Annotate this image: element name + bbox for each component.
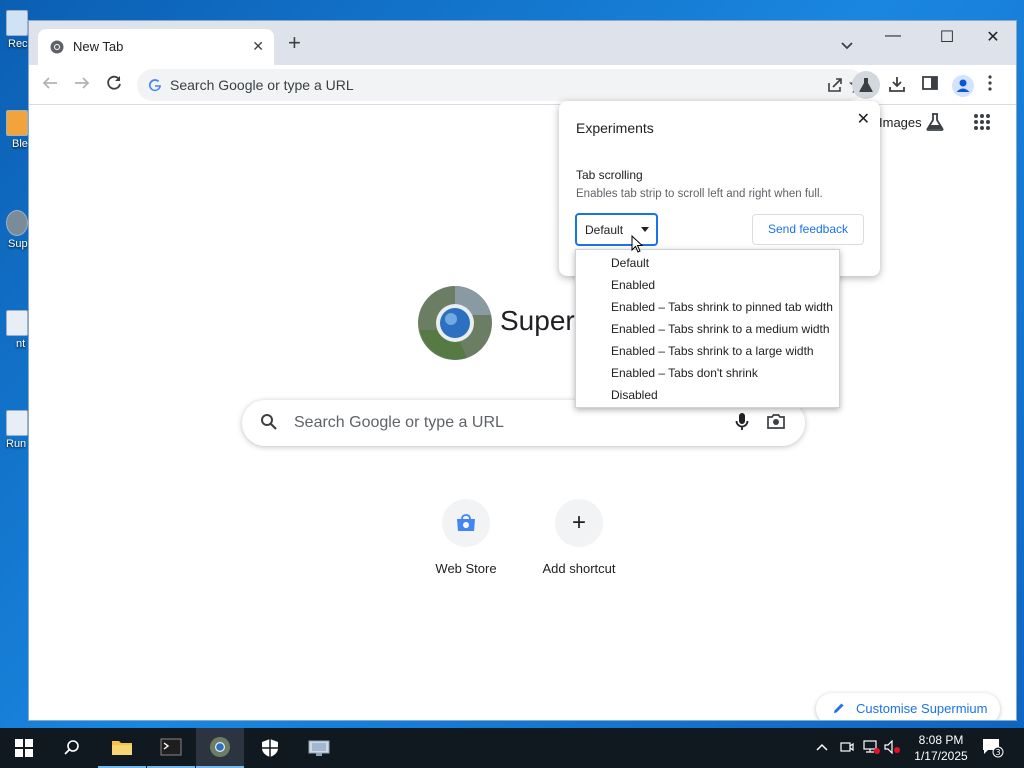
tray-overflow-chevron-icon[interactable] xyxy=(816,740,828,758)
meet-now-icon[interactable] xyxy=(840,740,854,759)
forward-button[interactable] xyxy=(71,74,93,96)
menu-kebab-icon[interactable] xyxy=(987,74,1009,96)
browser-window: New Tab ✕ + — ☐ ✕ Search Google or type … xyxy=(28,20,1017,721)
dropdown-option[interactable]: Enabled – Tabs shrink to a medium width xyxy=(576,319,839,341)
feature-state-dropdown: Default Enabled Enabled – Tabs shrink to… xyxy=(575,249,840,408)
blender-icon xyxy=(6,110,28,136)
desktop-icon-run[interactable]: Run xyxy=(4,410,30,450)
send-feedback-button[interactable]: Send feedback xyxy=(752,214,864,245)
desktop-icon-label: Run xyxy=(6,438,27,450)
camera-lens-icon[interactable] xyxy=(767,413,785,434)
tab-search-chevron-icon[interactable] xyxy=(841,37,853,55)
search-icon xyxy=(260,413,278,436)
new-tab-button[interactable]: + xyxy=(288,32,301,54)
file-explorer-icon[interactable] xyxy=(98,728,146,768)
dropdown-arrow-icon xyxy=(641,227,649,232)
action-center-icon[interactable]: 3 xyxy=(982,738,1004,763)
desktop-icon-supermium[interactable]: Sup xyxy=(4,210,30,250)
tab-strip: New Tab ✕ + — ☐ ✕ xyxy=(29,21,1016,65)
profile-avatar[interactable] xyxy=(951,74,974,97)
images-link[interactable]: Images xyxy=(879,115,922,130)
network-icon[interactable] xyxy=(862,740,880,759)
shortcut-label: Add shortcut xyxy=(542,561,616,576)
desktop-icon-label: Rec xyxy=(8,38,28,50)
tab-new-tab[interactable]: New Tab ✕ xyxy=(38,29,274,65)
feature-description: Enables tab strip to scroll left and rig… xyxy=(576,188,823,200)
file-icon xyxy=(6,410,28,436)
minimize-button[interactable]: — xyxy=(870,27,916,45)
shortcut-label: Web Store xyxy=(435,561,497,576)
dropdown-option[interactable]: Enabled – Tabs don't shrink xyxy=(576,363,839,385)
labs-flask-button[interactable] xyxy=(852,71,880,99)
volume-muted-icon[interactable] xyxy=(884,739,902,759)
clock-date: 1/17/2025 xyxy=(914,749,968,763)
supermium-logo xyxy=(417,285,493,366)
omnibox-placeholder: Search Google or type a URL xyxy=(170,77,354,93)
chrome-icon xyxy=(50,40,64,59)
plus-icon: + xyxy=(555,499,603,547)
close-window-button[interactable]: ✕ xyxy=(970,27,1016,47)
reload-button[interactable] xyxy=(103,74,125,96)
system-clock[interactable]: 8:08 PM 1/17/2025 xyxy=(906,732,976,764)
recycle-bin-icon xyxy=(6,10,28,36)
maximize-button[interactable]: ☐ xyxy=(924,27,970,47)
side-panel-icon[interactable] xyxy=(921,74,943,96)
dropdown-option[interactable]: Enabled – Tabs shrink to pinned tab widt… xyxy=(576,297,839,319)
ntp-search-placeholder: Search Google or type a URL xyxy=(294,414,504,431)
supermium-icon xyxy=(6,210,28,236)
back-button[interactable] xyxy=(39,74,61,96)
dropdown-option[interactable]: Default xyxy=(576,253,839,275)
web-store-icon xyxy=(442,499,490,547)
select-value: Default xyxy=(585,223,624,237)
taskbar: 8:08 PM 1/17/2025 3 xyxy=(0,728,1024,768)
taskbar-search-icon[interactable] xyxy=(48,728,96,768)
customise-button[interactable]: Customise Supermium xyxy=(816,693,1000,720)
dropdown-option[interactable]: Disabled xyxy=(576,385,839,407)
apps-grid-icon[interactable] xyxy=(973,113,991,136)
close-icon[interactable]: ✕ xyxy=(857,109,870,129)
experiments-title: Experiments xyxy=(576,120,654,136)
mouse-cursor-icon xyxy=(631,234,644,258)
dropdown-option[interactable]: Enabled – Tabs shrink to a large width xyxy=(576,341,839,363)
customise-label: Customise Supermium xyxy=(856,701,988,716)
desktop-icon-label: Sup xyxy=(8,238,28,250)
feature-state-select[interactable]: Default xyxy=(575,213,658,246)
remote-desktop-icon[interactable] xyxy=(295,728,343,768)
shortcut-web-store[interactable]: Web Store xyxy=(410,499,522,576)
notification-count: 3 xyxy=(995,748,1000,757)
start-button[interactable] xyxy=(0,728,48,768)
labs-flask-icon[interactable] xyxy=(924,111,946,138)
shortcut-add[interactable]: + Add shortcut xyxy=(523,499,635,576)
omnibox[interactable]: Search Google or type a URL xyxy=(137,69,867,101)
share-icon[interactable] xyxy=(827,77,843,98)
clock-time: 8:08 PM xyxy=(918,733,964,747)
feature-name: Tab scrolling xyxy=(576,168,643,182)
pencil-icon xyxy=(832,701,846,720)
desktop-icon-nt[interactable]: nt xyxy=(4,310,30,350)
terminal-icon[interactable] xyxy=(147,728,195,768)
desktop-icon-blender[interactable]: Ble xyxy=(4,110,30,150)
dropdown-option[interactable]: Enabled xyxy=(576,275,839,297)
microphone-icon[interactable] xyxy=(735,412,749,437)
file-icon xyxy=(6,310,28,336)
security-shield-icon[interactable] xyxy=(246,728,294,768)
supermium-taskbar-icon[interactable] xyxy=(196,728,244,768)
download-icon[interactable] xyxy=(887,74,909,96)
tab-close-icon[interactable]: ✕ xyxy=(252,38,264,55)
google-g-icon xyxy=(148,78,162,97)
desktop-icon-recycle-bin[interactable]: Rec xyxy=(4,10,30,50)
toolbar: Search Google or type a URL xyxy=(29,65,1016,105)
tab-title: New Tab xyxy=(73,39,124,54)
